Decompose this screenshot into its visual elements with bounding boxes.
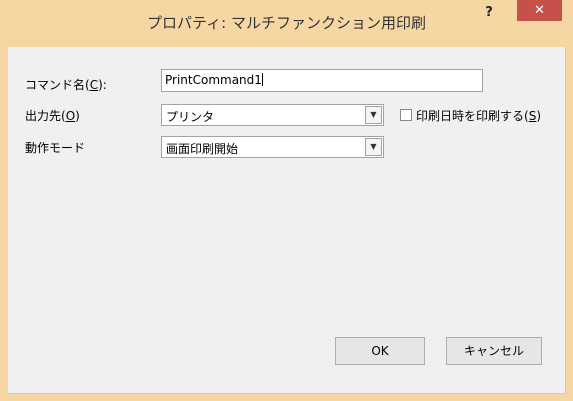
chevron-down-icon[interactable]: ▼ (365, 106, 382, 124)
print-datetime-label[interactable]: 印刷日時を印刷する(S) (416, 107, 541, 124)
output-label: 出力先(O) (25, 109, 80, 123)
help-button[interactable]: ? (474, 2, 504, 26)
ok-button[interactable]: OK (335, 337, 425, 365)
output-select-value: プリンタ (166, 110, 215, 124)
chevron-down-icon[interactable]: ▼ (365, 138, 382, 156)
operation-mode-label: 動作モード (25, 141, 86, 155)
operation-mode-select-value: 画面印刷開始 (166, 142, 239, 156)
close-button[interactable]: ✕ (517, 0, 562, 21)
command-name-accesskey: C (89, 78, 99, 92)
command-name-input[interactable]: PrintCommand1 (161, 69, 483, 92)
command-name-label: コマンド名(C): (25, 78, 107, 92)
dialog-content: コマンド名(C): PrintCommand1 出力先(O) プリンタ ▼ 印刷… (8, 47, 566, 394)
close-icon: ✕ (534, 3, 545, 18)
operation-mode-select[interactable]: 画面印刷開始 ▼ (161, 136, 384, 158)
output-accesskey: O (65, 109, 76, 123)
command-name-value: PrintCommand1 (165, 73, 262, 87)
output-select[interactable]: プリンタ ▼ (161, 104, 384, 126)
title-bar[interactable]: プロパティ: マルチファンクション用印刷 ? ✕ (0, 0, 573, 46)
properties-dialog: プロパティ: マルチファンクション用印刷 ? ✕ コマンド名(C): Print… (0, 0, 573, 401)
cancel-button[interactable]: キャンセル (446, 337, 542, 365)
print-datetime-checkbox[interactable] (400, 109, 412, 121)
text-caret (261, 73, 263, 86)
